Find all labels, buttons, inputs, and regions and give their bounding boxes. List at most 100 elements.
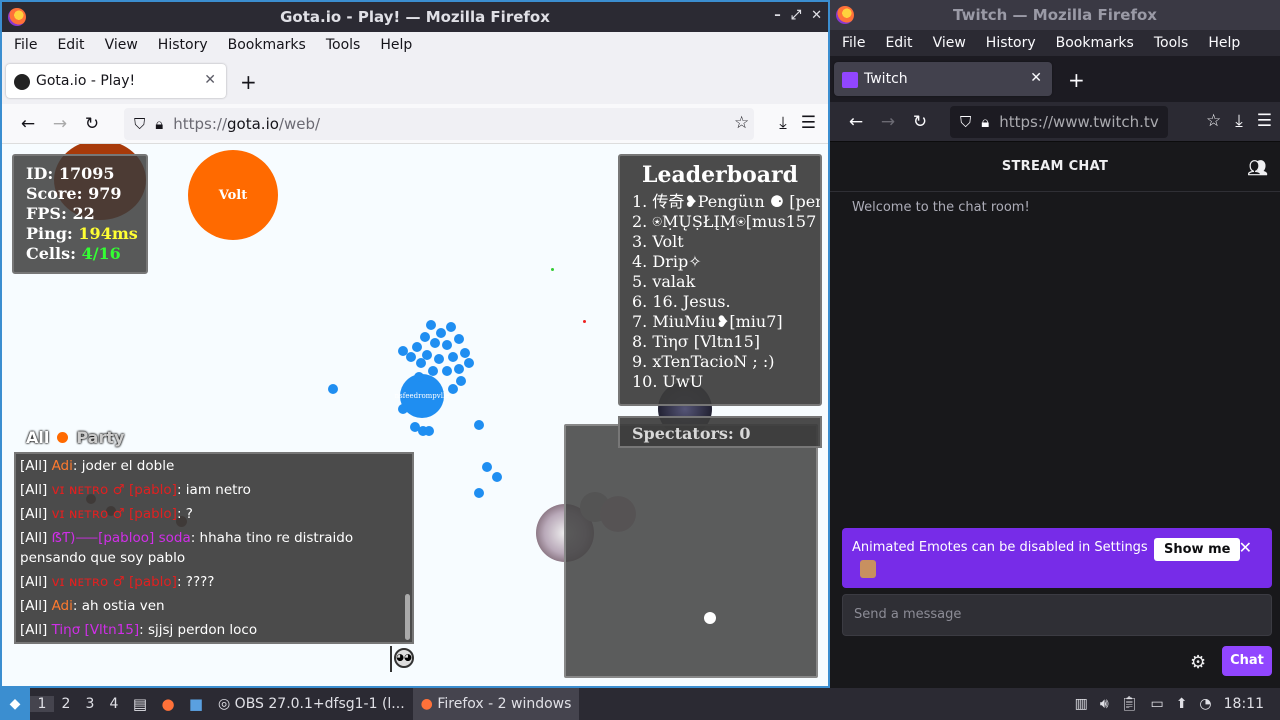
forward-icon[interactable]: → bbox=[44, 114, 76, 134]
tab-twitch[interactable]: Twitch ✕ bbox=[834, 62, 1052, 96]
firefox-window-gota: Gota.io - Play! — Mozilla Firefox – ⤢ ✕ … bbox=[0, 0, 830, 688]
game-canvas[interactable]: Volt nsfeedrompvlle ID: 17095 Score: 979… bbox=[2, 144, 828, 686]
ejected-mass bbox=[436, 328, 446, 338]
game-chat-log[interactable]: [All] Adi: joder el doble [All] ᴠɪ ɴᴇᴛʀᴏ… bbox=[14, 452, 414, 644]
score-value: 979 bbox=[88, 184, 122, 203]
window-titlebar[interactable]: Gota.io - Play! — Mozilla Firefox – ⤢ ✕ bbox=[2, 2, 828, 32]
close-banner-icon[interactable]: ✕ bbox=[1239, 538, 1252, 557]
bookmark-star-icon[interactable]: ☆ bbox=[734, 113, 749, 133]
game-chat-input[interactable] bbox=[14, 646, 392, 672]
reload-icon[interactable]: ↻ bbox=[76, 114, 108, 134]
new-tab-icon[interactable]: + bbox=[240, 70, 257, 94]
ejected-mass bbox=[414, 372, 424, 382]
tab-close-icon[interactable]: ✕ bbox=[1030, 70, 1042, 86]
menu-bookmarks[interactable]: Bookmarks bbox=[1056, 35, 1134, 51]
tray-update-icon[interactable]: ⬆ bbox=[1176, 696, 1188, 712]
ejected-mass bbox=[460, 348, 470, 358]
hamburger-menu-icon[interactable]: ☰ bbox=[1257, 111, 1272, 131]
workspace-3[interactable]: 3 bbox=[78, 696, 102, 712]
forward-icon[interactable]: → bbox=[872, 112, 904, 132]
leaderboard-row: 6. 16. Jesus. bbox=[632, 292, 731, 311]
emoji-picker-icon[interactable]: ◕◕ bbox=[394, 648, 414, 668]
menu-tools[interactable]: Tools bbox=[1154, 35, 1189, 51]
minimize-icon[interactable]: – bbox=[774, 8, 781, 23]
ejected-mass bbox=[398, 346, 408, 356]
menu-file[interactable]: File bbox=[842, 35, 865, 51]
chat-tabs: All Party bbox=[26, 428, 124, 447]
workspace-2[interactable]: 2 bbox=[54, 696, 78, 712]
ejected-mass bbox=[420, 332, 430, 342]
fps-label: FPS: bbox=[26, 204, 67, 223]
workspace-4[interactable]: 4 bbox=[102, 696, 126, 712]
ejected-mass bbox=[416, 358, 426, 368]
leaderboard-row: 4. Drip✧ bbox=[632, 252, 702, 271]
start-menu-icon[interactable]: ◆ bbox=[0, 688, 30, 720]
maximize-icon[interactable]: ⤢ bbox=[791, 8, 801, 23]
close-icon[interactable]: ✕ bbox=[811, 8, 822, 23]
ejected-mass bbox=[474, 488, 484, 498]
chat-scrollbar[interactable] bbox=[405, 594, 410, 640]
ejected-mass bbox=[446, 322, 456, 332]
volume-icon[interactable]: 🔊︎ bbox=[1100, 696, 1109, 712]
bookmark-star-icon[interactable]: ☆ bbox=[1206, 111, 1221, 131]
chat-tab-all[interactable]: All bbox=[26, 428, 49, 447]
back-icon[interactable]: ← bbox=[12, 114, 44, 134]
ejected-mass bbox=[482, 462, 492, 472]
chat-author: ᴠɪ ɴᴇᴛʀᴏ ♂ [pablo] bbox=[51, 482, 177, 498]
taskbar-firefox[interactable]: ● Firefox - 2 windows bbox=[412, 688, 580, 720]
tray-display-icon[interactable]: ▭ bbox=[1150, 696, 1163, 712]
chat-tab-party[interactable]: Party bbox=[76, 428, 124, 447]
tray-drive-icon[interactable]: ▥ bbox=[1075, 696, 1088, 712]
chat-author: Adi bbox=[51, 598, 73, 614]
chat-send-button[interactable]: Chat bbox=[1222, 646, 1272, 676]
shield-icon[interactable]: ⛉ bbox=[960, 113, 971, 131]
tray-network-icon[interactable]: ◔ bbox=[1199, 696, 1211, 712]
menu-view[interactable]: View bbox=[933, 35, 966, 51]
stats-panel: ID: 17095 Score: 979 FPS: 22 Ping: 194ms… bbox=[12, 154, 148, 274]
lock-icon[interactable]: 🔒︎ bbox=[981, 113, 989, 131]
menu-history[interactable]: History bbox=[158, 37, 208, 53]
menu-history[interactable]: History bbox=[986, 35, 1036, 51]
url-path: /web/ bbox=[278, 115, 321, 133]
tab-gota[interactable]: Gota.io - Play! ✕ bbox=[6, 64, 226, 98]
chat-message: [All] ᴠɪ ɴᴇᴛʀᴏ ♂ [pablo]: ? bbox=[20, 506, 193, 522]
animated-emotes-banner: Animated Emotes can be disabled in Setti… bbox=[842, 528, 1272, 588]
reload-icon[interactable]: ↻ bbox=[904, 112, 936, 132]
chat-message: [All] ẞƬ)⸺[pabloo] soda: hhaha tino re d… bbox=[20, 530, 354, 566]
download-icon[interactable]: ⤓ bbox=[1235, 111, 1243, 131]
clipboard-icon[interactable]: 📋︎ bbox=[1121, 696, 1139, 712]
taskbar: ◆ 1 2 3 4 ▤ ● ■ ◎ OBS 27.0.1+dfsg1-1 (l.… bbox=[0, 688, 1280, 720]
lock-icon[interactable]: 🔒︎ bbox=[155, 115, 163, 133]
back-icon[interactable]: ← bbox=[840, 112, 872, 132]
ejected-mass bbox=[442, 340, 452, 350]
file-manager-icon[interactable]: ▤ bbox=[126, 695, 154, 713]
taskbar-obs[interactable]: ◎ OBS 27.0.1+dfsg1-1 (l... bbox=[210, 688, 413, 720]
show-me-button[interactable]: Show me bbox=[1154, 538, 1241, 561]
url-bar[interactable]: ⛉ 🔒︎ https://gota.io/web/ bbox=[124, 108, 754, 140]
menu-view[interactable]: View bbox=[105, 37, 138, 53]
url-bar[interactable]: ⛉ 🔒︎ https://www.twitch.tv bbox=[950, 106, 1168, 138]
menu-bookmarks[interactable]: Bookmarks bbox=[228, 37, 306, 53]
workspace-1[interactable]: 1 bbox=[30, 696, 54, 712]
menu-tools[interactable]: Tools bbox=[326, 37, 361, 53]
download-icon[interactable]: ⤓ bbox=[779, 113, 787, 133]
menu-help[interactable]: Help bbox=[380, 37, 412, 53]
community-users-icon[interactable]: 👥︎ bbox=[1247, 158, 1268, 177]
minimap-player-dot bbox=[704, 612, 716, 624]
hamburger-menu-icon[interactable]: ☰ bbox=[801, 113, 816, 133]
window-titlebar[interactable]: Twitch — Mozilla Firefox bbox=[830, 0, 1280, 30]
spectators-panel: Spectators: 0 bbox=[618, 416, 822, 448]
leaderboard-row: 3. Volt bbox=[632, 232, 684, 251]
menu-edit[interactable]: Edit bbox=[57, 37, 84, 53]
firefox-icon: ● bbox=[420, 696, 433, 712]
chat-settings-gear-icon[interactable]: ⚙ bbox=[1190, 652, 1206, 673]
shield-icon[interactable]: ⛉ bbox=[134, 115, 145, 133]
desktop-icon[interactable]: ■ bbox=[182, 695, 210, 713]
new-tab-icon[interactable]: + bbox=[1068, 68, 1085, 92]
tab-close-icon[interactable]: ✕ bbox=[204, 72, 216, 88]
menu-help[interactable]: Help bbox=[1208, 35, 1240, 51]
send-message-input[interactable]: Send a message bbox=[842, 594, 1272, 636]
menu-file[interactable]: File bbox=[14, 37, 37, 53]
menu-edit[interactable]: Edit bbox=[885, 35, 912, 51]
firefox-launcher-icon[interactable]: ● bbox=[154, 695, 182, 713]
